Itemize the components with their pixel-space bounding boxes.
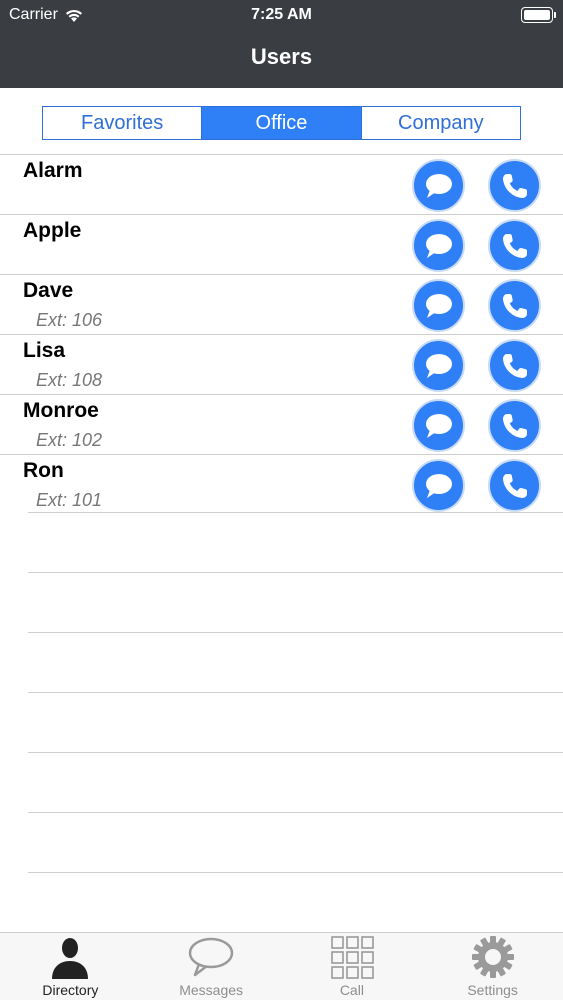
list-separator [28, 692, 563, 752]
segment-favorites[interactable]: Favorites [43, 107, 203, 139]
tab-icon [187, 934, 235, 980]
tab-call[interactable]: Call [282, 933, 423, 1000]
tab-label: Settings [467, 982, 518, 998]
list-separator [28, 512, 563, 572]
message-button[interactable] [412, 159, 465, 212]
segmented-control: Favorites Office Company [42, 106, 521, 140]
user-row[interactable]: Apple [0, 214, 563, 274]
message-bubble-icon [425, 293, 452, 318]
phone-icon [502, 233, 527, 258]
message-bubble-icon [425, 353, 452, 378]
message-bubble-icon [425, 473, 452, 498]
message-bubble-icon [425, 233, 452, 258]
status-time: 7:25 AM [251, 6, 312, 23]
list-separator [28, 632, 563, 692]
call-button[interactable] [488, 399, 541, 452]
segment-company[interactable]: Company [361, 107, 520, 139]
user-name: Lisa [23, 339, 66, 362]
message-button[interactable] [412, 339, 465, 392]
person-icon [52, 938, 89, 979]
message-button[interactable] [412, 459, 465, 512]
tab-icon [48, 934, 92, 980]
gear-icon [471, 936, 514, 978]
user-name: Apple [23, 219, 82, 242]
message-button[interactable] [412, 219, 465, 272]
user-row[interactable]: Monroe Ext: 102 [0, 394, 563, 454]
list-separator [28, 812, 563, 872]
tab-label: Messages [179, 982, 244, 998]
list-separator [28, 872, 563, 932]
message-button[interactable] [412, 279, 465, 332]
tab-icon [330, 934, 374, 980]
user-name: Dave [23, 279, 74, 302]
tab-label: Call [339, 982, 364, 998]
tab-directory[interactable]: Directory [0, 933, 141, 1000]
status-bar: Carrier 7:25 AM [0, 0, 563, 30]
message-bubble-icon [425, 173, 452, 198]
call-button[interactable] [488, 459, 541, 512]
user-extension: Ext: 106 [36, 310, 103, 330]
call-button[interactable] [488, 279, 541, 332]
tab-bar: Directory Messages Call Settings [0, 932, 563, 1000]
battery-icon [521, 7, 556, 23]
user-extension: Ext: 108 [36, 370, 103, 390]
user-row[interactable]: Lisa Ext: 108 [0, 334, 563, 394]
phone-icon [502, 473, 527, 498]
user-row[interactable]: Alarm [0, 154, 563, 214]
speech-bubble-icon [188, 937, 234, 977]
navigation-bar: Carrier 7:25 AM Users [0, 0, 563, 88]
user-extension: Ext: 101 [36, 490, 103, 510]
phone-icon [502, 173, 527, 198]
user-name: Monroe [23, 399, 99, 422]
user-list: Alarm Apple Dave Ext: 106 Lisa Ext: 108 Monroe… [0, 154, 563, 514]
phone-icon [502, 293, 527, 318]
call-button[interactable] [488, 219, 541, 272]
phone-icon [502, 413, 527, 438]
user-name: Alarm [23, 159, 83, 182]
user-name: Ron [23, 459, 64, 482]
page-title: Users [250, 44, 313, 69]
user-row[interactable]: Dave Ext: 106 [0, 274, 563, 334]
list-separator [28, 572, 563, 632]
call-button[interactable] [488, 339, 541, 392]
tab-label: Directory [42, 982, 99, 998]
list-separator [28, 752, 563, 812]
call-button[interactable] [488, 159, 541, 212]
tab-icon [471, 934, 515, 980]
phone-icon [502, 353, 527, 378]
message-bubble-icon [425, 413, 452, 438]
segment-office[interactable]: Office [202, 107, 362, 139]
message-button[interactable] [412, 399, 465, 452]
user-extension: Ext: 102 [36, 430, 103, 450]
keypad-icon [331, 936, 374, 979]
tab-settings[interactable]: Settings [422, 933, 563, 1000]
tab-messages[interactable]: Messages [141, 933, 282, 1000]
user-row[interactable]: Ron Ext: 101 [0, 454, 563, 514]
empty-list-area [28, 512, 563, 932]
